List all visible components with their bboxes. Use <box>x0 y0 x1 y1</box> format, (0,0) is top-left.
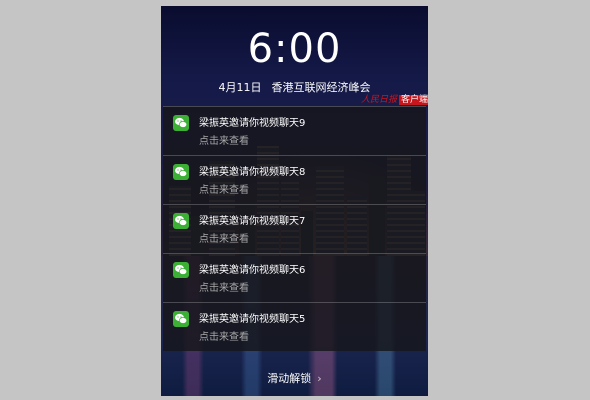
notification-subtitle: 点击来查看 <box>199 136 249 147</box>
notification-title: 梁振英邀请你视频聊天6 <box>199 265 306 276</box>
notification-card[interactable]: 梁振英邀请你视频聊天7 点击来查看 <box>163 204 426 253</box>
notification-subtitle: 点击来查看 <box>199 234 249 245</box>
lockscreen-clock: 6:00 <box>247 26 342 72</box>
chevron-right-icon: › <box>317 372 322 385</box>
wechat-icon <box>173 311 189 327</box>
notification-title: 梁振英邀请你视频聊天9 <box>199 118 306 129</box>
notification-card[interactable]: 梁振英邀请你视频聊天9 点击来查看 <box>163 106 426 155</box>
notification-title: 梁振英邀请你视频聊天5 <box>199 314 306 325</box>
slide-to-unlock[interactable]: 滑动解锁 › <box>161 370 428 386</box>
notification-subtitle: 点击来查看 <box>199 283 249 294</box>
notification-subtitle: 点击来查看 <box>199 185 249 196</box>
wechat-icon <box>173 115 189 131</box>
date-text: 4月11日 <box>218 81 262 94</box>
notification-card[interactable]: 梁振英邀请你视频聊天6 点击来查看 <box>163 253 426 302</box>
notification-card[interactable]: 梁振英邀请你视频聊天8 点击来查看 <box>163 155 426 204</box>
notification-title: 梁振英邀请你视频聊天8 <box>199 167 306 178</box>
event-text: 香港互联网经济峰会 <box>271 81 371 94</box>
notification-subtitle: 点击来查看 <box>199 332 249 343</box>
notification-title: 梁振英邀请你视频聊天7 <box>199 216 306 227</box>
wechat-icon <box>173 164 189 180</box>
wechat-icon <box>173 213 189 229</box>
client-tag: 客户端 <box>399 95 428 105</box>
phone-lockscreen: 6:00 4月11日 香港互联网经济峰会 人民日报 客户端 梁振英邀请你视频聊天9 … <box>161 6 428 396</box>
people-daily-logo: 人民日报 <box>361 95 398 105</box>
unlock-label: 滑动解锁 <box>267 372 312 385</box>
notification-card[interactable]: 梁振英邀请你视频聊天5 点击来查看 <box>163 302 426 351</box>
people-daily-watermark: 人民日报 客户端 <box>361 92 428 105</box>
wechat-icon <box>173 262 189 278</box>
